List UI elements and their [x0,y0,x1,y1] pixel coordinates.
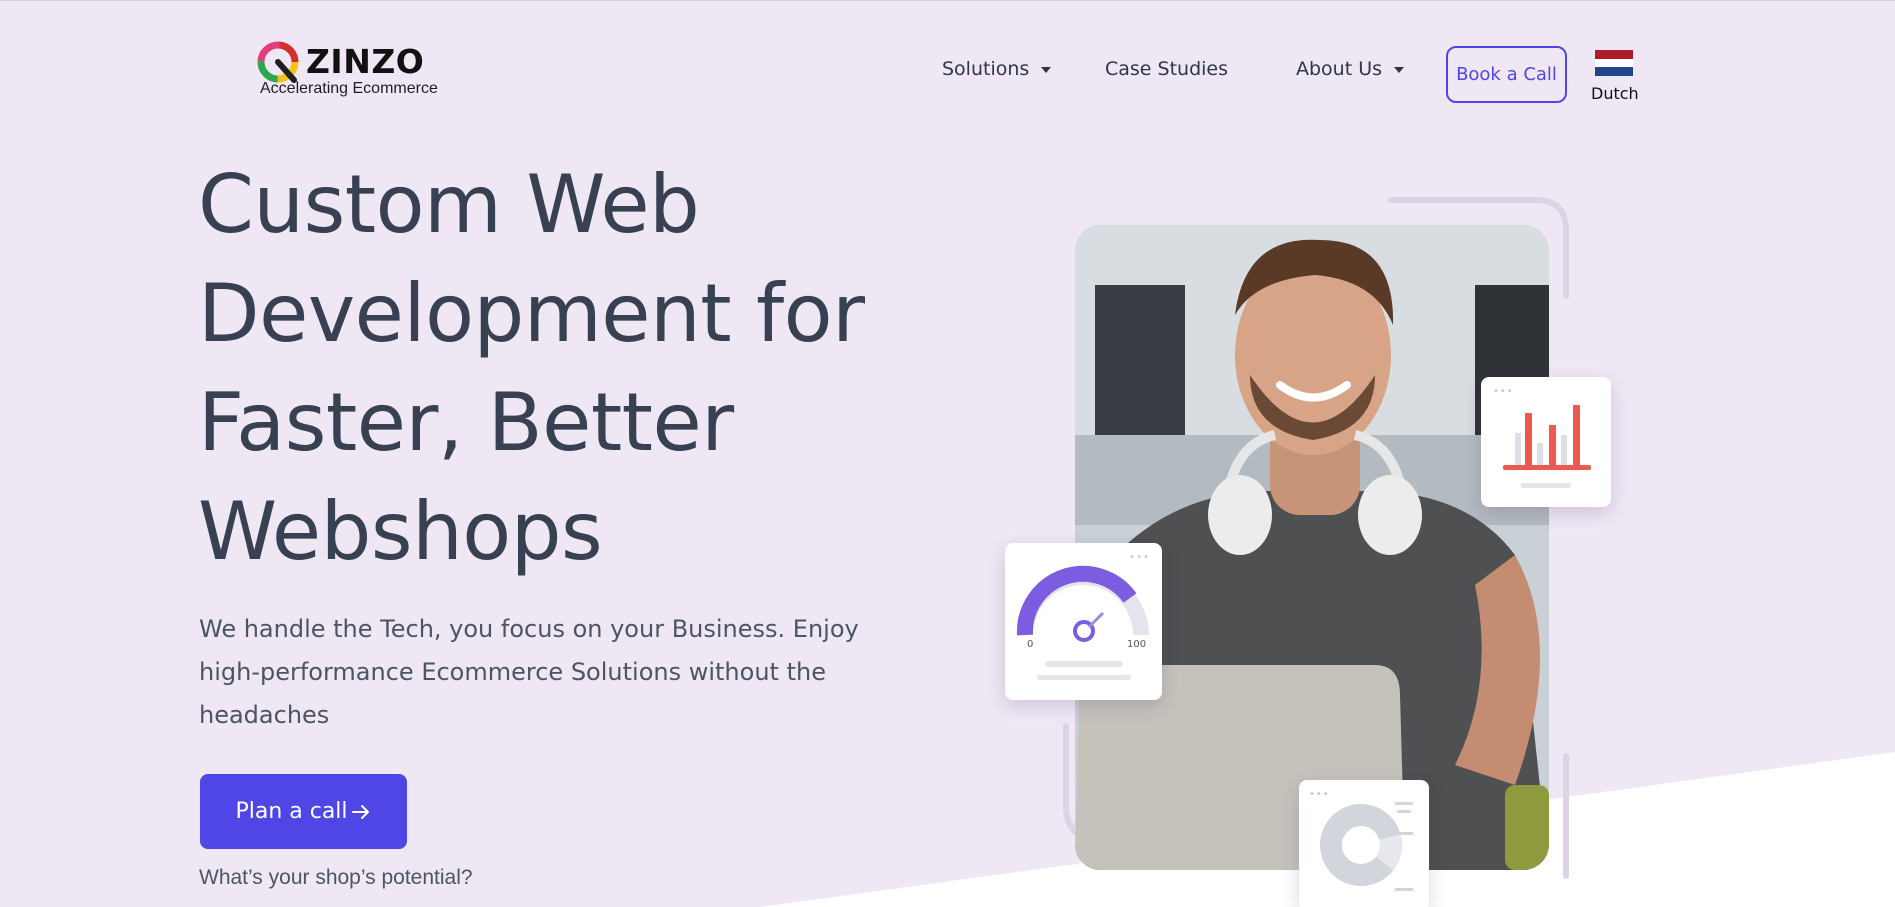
hero-title-line: Custom Web [198,158,700,251]
hero-title-line: Webshops [198,485,603,578]
nav-solutions-label: Solutions [942,58,1030,80]
nav-case-studies[interactable]: Case Studies [1105,58,1228,80]
window-dots-icon: ••• [1309,789,1330,800]
chevron-down-icon [1041,67,1052,73]
brand-tagline: Accelerating Ecommerce [260,80,438,97]
language-switcher[interactable]: Dutch [1591,50,1639,103]
brand-logo[interactable]: ZINZO Accelerating Ecommerce [256,40,456,104]
arrow-right-icon [351,804,369,819]
gauge-max-label: 100 [1127,639,1146,650]
hero-title-line: Faster, Better [198,376,734,469]
nav-about-us[interactable]: About Us [1296,58,1405,80]
chevron-down-icon [1394,67,1405,73]
window-dots-icon: ••• [1129,552,1150,563]
language-label: Dutch [1591,84,1639,103]
top-border [0,0,1895,1]
gauge-icon: 0 100 [1016,565,1149,680]
bar-chart-card: ••• [1481,377,1611,507]
logo-mark-icon [257,41,299,83]
hero-subtitle: We handle the Tech, you focus on your Bu… [199,615,859,729]
nav-case-studies-label: Case Studies [1105,58,1229,80]
nav-about-us-label: About Us [1296,58,1383,80]
plan-a-call-label: Plan a call [235,799,348,824]
donut-chart-card: ••• [1299,780,1429,907]
window-dots-icon: ••• [1493,386,1514,397]
netherlands-flag-icon [1595,50,1633,76]
hero-title-line: Development for [198,267,865,360]
performance-gauge-card: ••• 0 100 [1005,543,1162,700]
gauge-min-label: 0 [1027,639,1033,650]
plan-a-call-button[interactable]: Plan a call [200,774,407,849]
shop-potential-link[interactable]: What’s your shop’s potential? [199,866,473,890]
hero-title: Custom Web Development for Faster, Bette… [198,150,898,586]
brand-name: ZINZO [306,42,425,81]
book-a-call-button[interactable]: Book a Call [1446,46,1567,103]
nav-solutions[interactable]: Solutions [942,58,1052,80]
